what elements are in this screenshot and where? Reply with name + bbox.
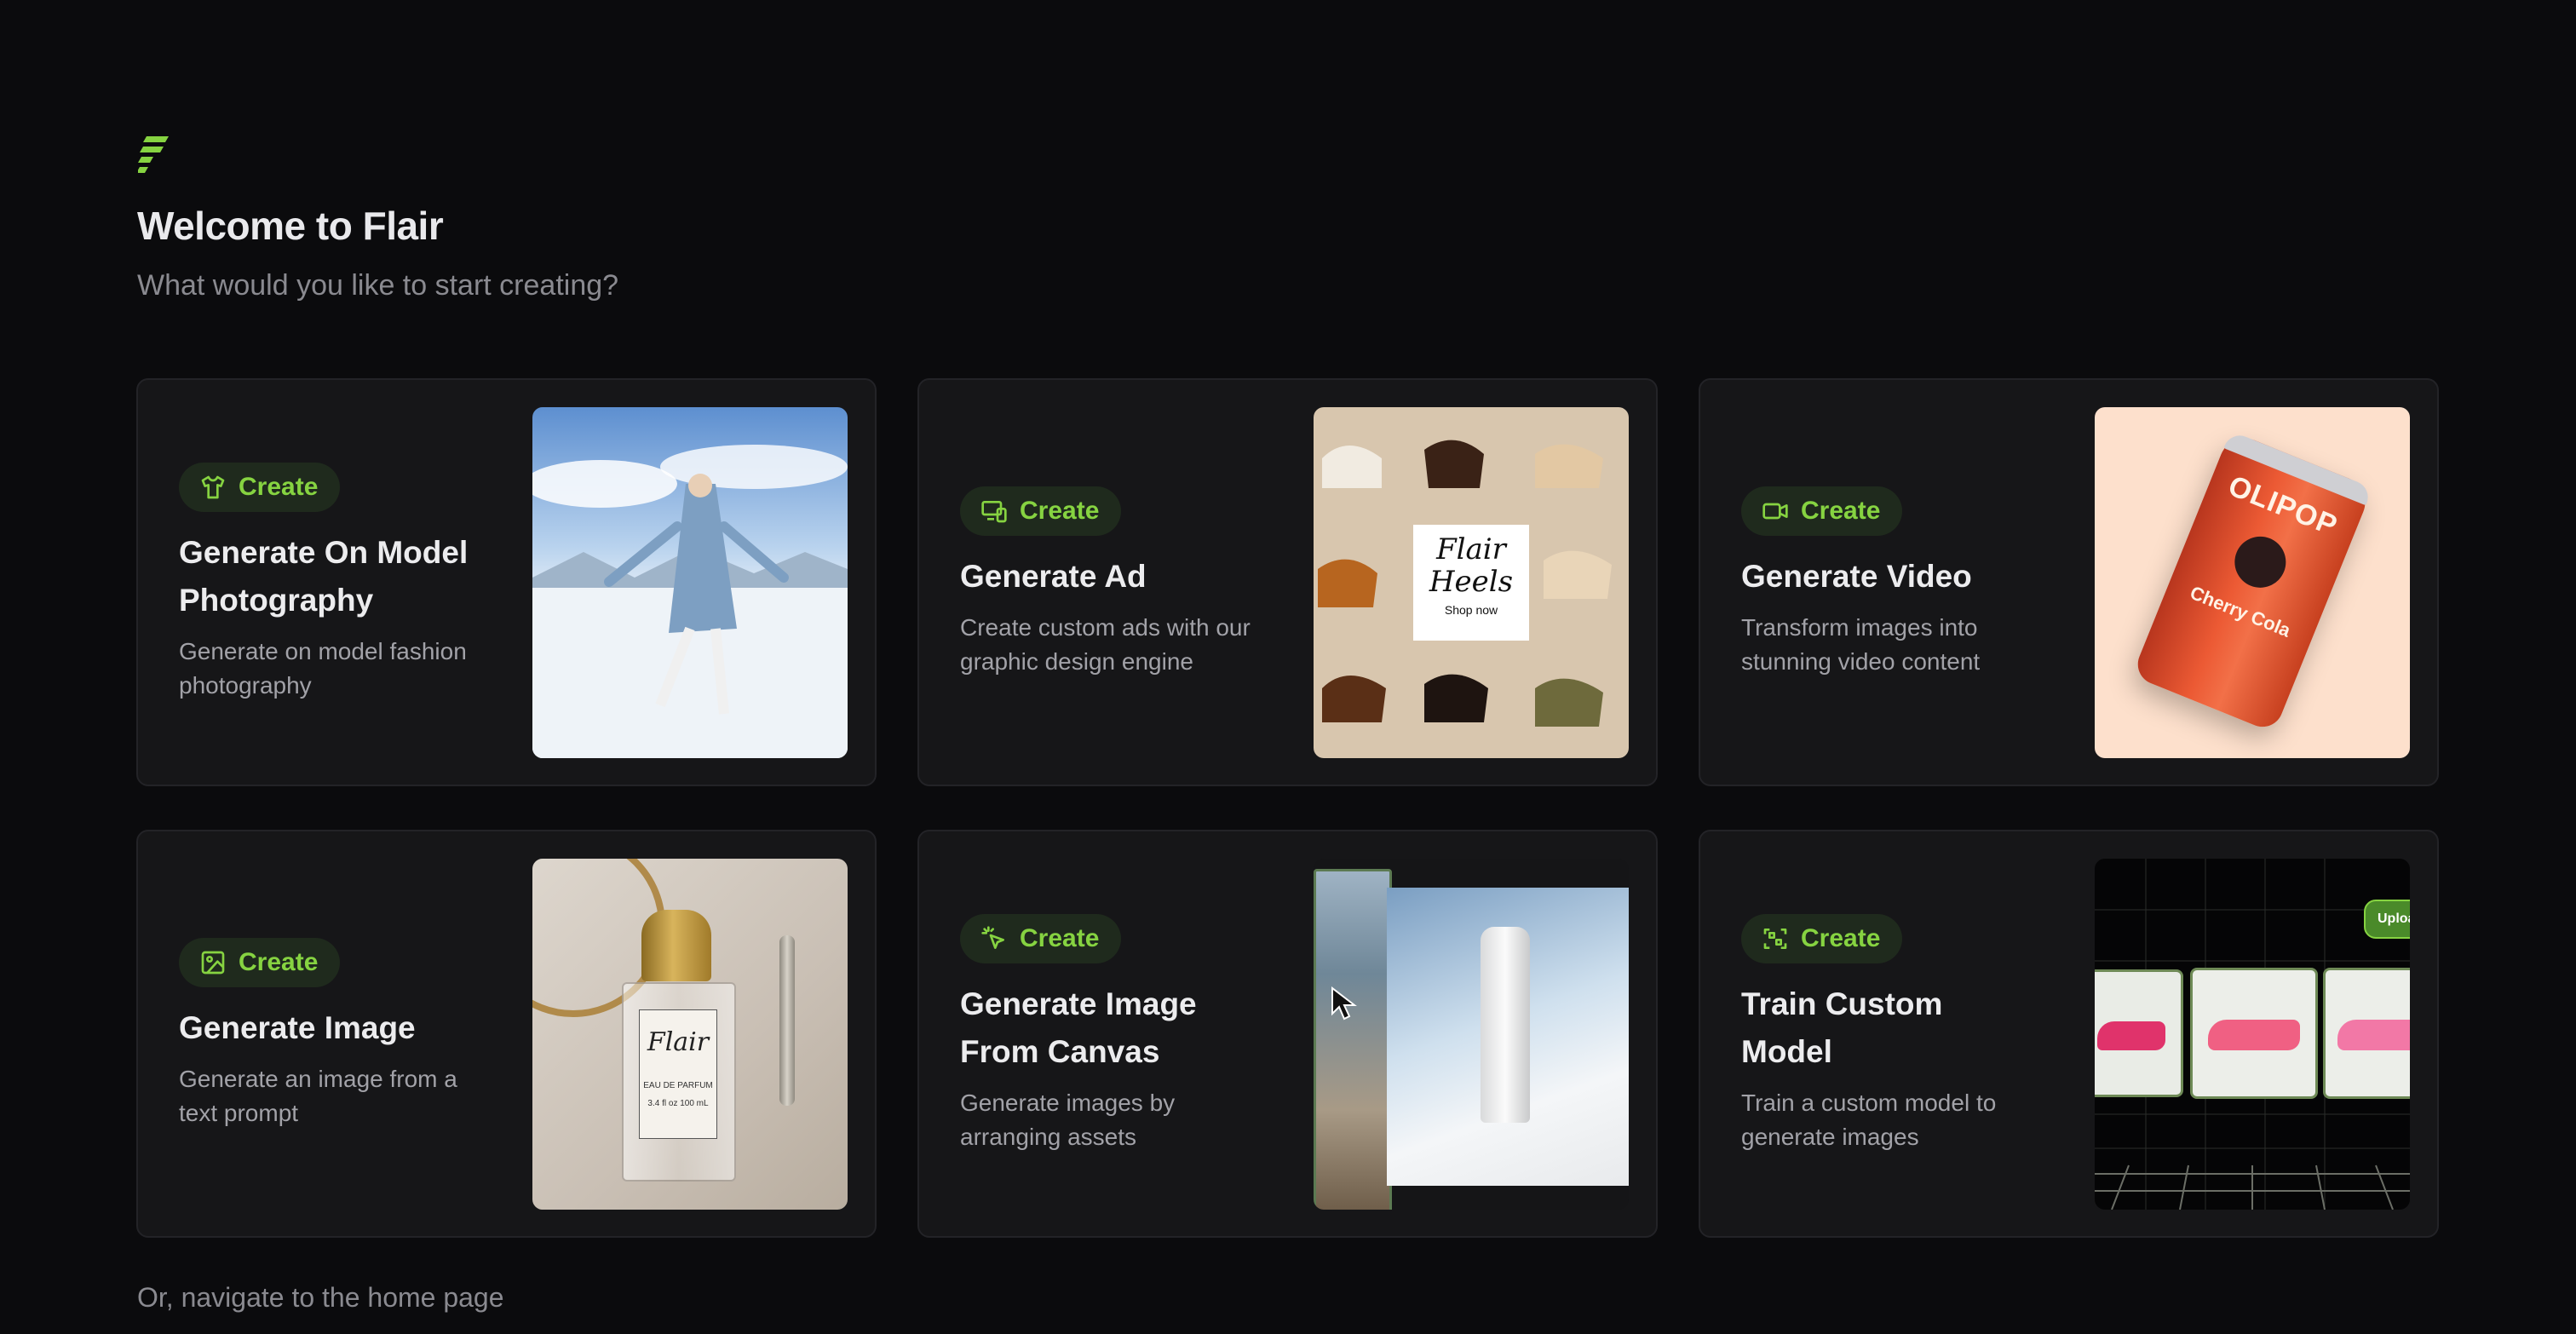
cursor-click-icon <box>981 925 1004 949</box>
card-generate-image[interactable]: Create Generate Image Generate an image … <box>136 830 877 1238</box>
thumbnail-image: OLIPOP Cherry Cola <box>2095 407 2410 758</box>
card-text: Create Generate Image From Canvas Genera… <box>960 831 1258 1236</box>
card-title: Train Custom Model <box>1741 986 1943 1069</box>
devices-icon <box>981 500 1007 522</box>
card-description: Create custom ads with our graphic desig… <box>960 613 1251 675</box>
perfume-size-text: 3.4 fl oz 100 mL <box>647 1099 709 1108</box>
video-camera-icon <box>1762 503 1788 519</box>
card-title: Generate Video <box>1741 558 1972 594</box>
card-generate-image-from-canvas[interactable]: Create Generate Image From Canvas Genera… <box>917 830 1658 1238</box>
card-generate-ad[interactable]: Create Generate Ad Create custom ads wit… <box>917 378 1658 786</box>
card-title: Generate Image From Canvas <box>960 986 1197 1069</box>
can-flavor-text: Cherry Cola <box>2187 581 2294 641</box>
create-badge: Create <box>1741 913 1903 963</box>
create-options-grid: Create Generate On Model Photography Gen… <box>136 378 2439 1238</box>
badge-label: Create <box>1801 496 1881 525</box>
thumbnail-image: Uploa <box>2095 859 2410 1210</box>
shirt-icon <box>201 475 225 498</box>
card-text: Create Generate Image Generate an image … <box>179 831 477 1236</box>
thumbnail-image <box>1314 859 1629 1210</box>
badge-label: Create <box>1020 496 1100 525</box>
cursor-arrow-icon <box>1331 986 1357 1021</box>
card-text: Create Generate Video Transform images i… <box>1741 380 2039 785</box>
card-text: Create Generate On Model Photography Gen… <box>179 380 477 785</box>
create-badge: Create <box>179 462 341 512</box>
ad-cta-text: Shop now <box>1444 603 1498 617</box>
card-train-custom-model[interactable]: Create Train Custom Model Train a custom… <box>1699 830 2439 1238</box>
skincare-bottle <box>1481 927 1530 1123</box>
card-title: Generate Ad <box>960 558 1147 594</box>
card-title: Generate Image <box>179 1009 416 1045</box>
create-badge: Create <box>960 486 1122 536</box>
badge-label: Create <box>1020 923 1100 952</box>
card-description: Generate images by arranging assets <box>960 1089 1176 1150</box>
card-generate-on-model-photography[interactable]: Create Generate On Model Photography Gen… <box>136 378 877 786</box>
card-generate-video[interactable]: Create Generate Video Transform images i… <box>1699 378 2439 786</box>
page-title: Welcome to Flair <box>137 204 444 248</box>
thumbnail-image <box>532 407 848 758</box>
badge-label: Create <box>1801 923 1881 952</box>
create-badge: Create <box>960 913 1122 963</box>
create-badge: Create <box>1741 486 1903 536</box>
perfume-bottle: Flair EAU DE PARFUM 3.4 fl oz 100 mL <box>622 982 736 1182</box>
card-title: Generate On Model Photography <box>179 534 469 618</box>
thumbnail-image: Flair Heels Shop now <box>1314 407 1629 758</box>
page-subtitle: What would you like to start creating? <box>137 269 619 302</box>
ad-text-line2: Heels <box>1429 565 1514 599</box>
thumbnail-image: Flair EAU DE PARFUM 3.4 fl oz 100 mL <box>532 859 848 1210</box>
scan-icon <box>1763 928 1787 949</box>
ad-label-card: Flair Heels Shop now <box>1413 525 1529 641</box>
upload-badge: Uploa <box>2364 900 2410 939</box>
home-page-link[interactable]: Or, navigate to the home page <box>137 1282 504 1314</box>
badge-label: Create <box>239 947 319 976</box>
flair-logo-icon <box>138 136 169 173</box>
soda-can: OLIPOP Cherry Cola <box>2131 430 2373 733</box>
card-description: Transform images into stunning video con… <box>1741 613 1981 675</box>
badge-label: Create <box>239 472 319 501</box>
card-description: Generate an image from a text prompt <box>179 1065 457 1126</box>
card-description: Train a custom model to generate images <box>1741 1089 1997 1150</box>
perfume-brand-text: Flair <box>647 1027 710 1057</box>
ad-text-line1: Flair <box>1436 532 1506 566</box>
perfume-type-text: EAU DE PARFUM <box>643 1081 713 1090</box>
card-description: Generate on model fashion photography <box>179 637 467 699</box>
card-text: Create Generate Ad Create custom ads wit… <box>960 380 1258 785</box>
card-text: Create Train Custom Model Train a custom… <box>1741 831 2039 1236</box>
create-badge: Create <box>179 937 341 987</box>
image-icon <box>201 951 225 974</box>
